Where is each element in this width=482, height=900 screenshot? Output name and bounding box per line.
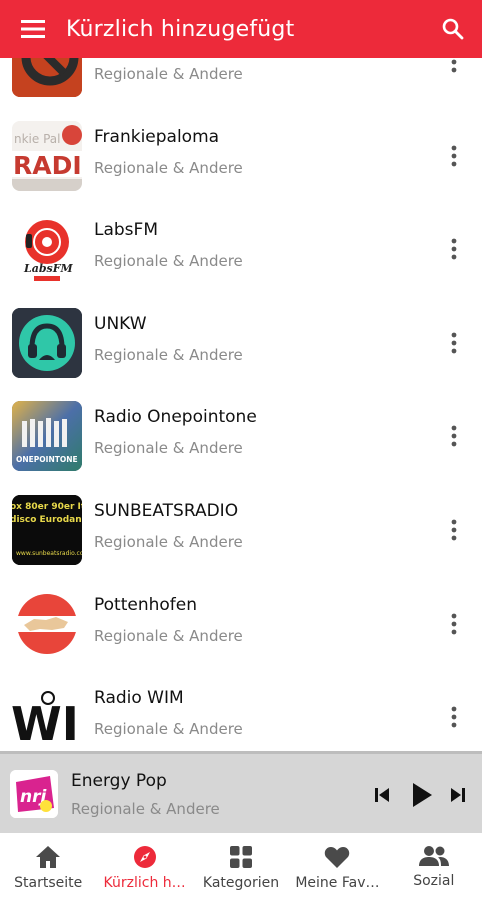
list-item[interactable]: ONEPOINTONE Radio Onepointone Regionale … [0,389,482,483]
station-category: Regionale & Andere [94,346,243,364]
more-vert-icon [451,145,457,167]
more-options-button[interactable] [440,513,468,547]
more-vert-icon [451,425,457,447]
station-logo [12,308,82,378]
station-name: Frankiepaloma [94,127,220,147]
tab-label: Startseite [14,875,83,891]
more-options-button[interactable] [440,139,468,173]
headphones-logo-icon [12,308,82,378]
app-bar: Kürzlich hinzugefügt [0,0,482,58]
page-title: Kürzlich hinzugefügt [66,16,295,42]
mini-player[interactable]: nrj Energy Pop Regionale & Andere [0,751,482,833]
more-options-button[interactable] [440,58,468,79]
list-item[interactable]: UNKW Regionale & Andere [0,296,482,390]
play-button[interactable] [406,778,438,812]
nrj-logo-icon: nrj [10,770,58,818]
station-category: Regionale & Andere [94,65,243,83]
list-item[interactable]: Pottenhofen Regionale & Andere [0,577,482,671]
more-vert-icon [451,519,457,541]
station-logo: LabsFM [12,214,82,284]
heart-icon [325,847,350,868]
station-category: Regionale & Andere [94,720,243,738]
bottom-navigation: Startseite Kürzlich h… Kategorien Meine … [0,833,482,900]
tab-favorites[interactable]: Meine Fav… [289,833,385,900]
sunbeats-logo-icon: ox 80er 90er Italo disco Eurodance www.s… [12,495,82,565]
player-station-logo: nrj [10,770,58,818]
svg-text:RADIO: RADIO [13,151,82,180]
station-name: LabsFM [94,220,158,240]
player-subtitle: Regionale & Andere [71,800,220,818]
more-vert-icon [451,238,457,260]
play-icon [413,783,432,807]
station-logo [12,589,82,659]
station-name: Pottenhofen [94,595,198,615]
svg-text:nkie Pal: nkie Pal [14,132,60,146]
search-button[interactable] [424,0,482,58]
wim-logo-icon: WIM [12,682,82,751]
station-name: SUNBEATSRADIO [94,501,239,521]
next-button[interactable] [446,778,470,812]
tab-home[interactable]: Startseite [0,833,96,900]
player-title: Energy Pop [71,771,167,791]
station-logo [12,58,82,97]
tab-label: Sozial [413,873,455,889]
station-name: UNKW [94,314,147,334]
more-options-button[interactable] [440,326,468,360]
more-vert-icon [451,332,457,354]
svg-text:disco Eurodance: disco Eurodance [12,515,82,525]
more-options-button[interactable] [440,232,468,266]
svg-text:ox 80er 90er Italo: ox 80er 90er Italo [12,502,82,512]
more-vert-icon [451,613,457,635]
compass-icon [133,846,156,868]
station-logo: ox 80er 90er Italo disco Eurodance www.s… [12,495,82,565]
station-category: Regionale & Andere [94,252,243,270]
more-vert-icon [451,59,457,73]
station-category: Regionale & Andere [94,439,243,457]
search-icon [442,18,464,40]
list-item[interactable]: nkie Pal RADIO Frankiepaloma Regionale &… [0,109,482,203]
station-logo: WIM [12,682,82,751]
svg-text:www.sunbeatsradio.com: www.sunbeatsradio.com [16,550,82,557]
people-icon [418,846,449,866]
tab-label: Kategorien [202,875,280,891]
previous-button[interactable] [370,778,394,812]
menu-icon [21,20,45,38]
station-logo: ONEPOINTONE [12,401,82,471]
tab-recently-added[interactable]: Kürzlich h… [96,833,192,900]
tab-label: Meine Fav… [295,875,380,891]
station-list[interactable]: Regionale & Andere nkie Pal RADIO Franki… [0,58,482,751]
svg-text:ONEPOINTONE: ONEPOINTONE [16,455,78,464]
station-name: Radio Onepointone [94,407,257,427]
skip-next-icon [451,788,465,802]
frankie-radio-logo-icon: nkie Pal RADIO [12,121,82,191]
list-item[interactable]: LabsFM LabsFM Regionale & Andere [0,202,482,296]
more-options-button[interactable] [440,700,468,734]
tab-social[interactable]: Sozial [386,833,482,900]
more-options-button[interactable] [440,419,468,453]
onepointone-logo-icon: ONEPOINTONE [12,401,82,471]
tab-categories[interactable]: Kategorien [193,833,289,900]
menu-button[interactable] [0,0,66,58]
station-category: Regionale & Andere [94,159,243,177]
list-item[interactable]: WIM Radio WIM Regionale & Andere [0,670,482,751]
station-category: Regionale & Andere [94,533,243,551]
station-logo: nkie Pal RADIO [12,121,82,191]
grid-icon [230,846,253,868]
svg-text:LabsFM: LabsFM [23,262,74,275]
austria-map-logo-icon [12,589,82,659]
home-icon [36,846,61,868]
skip-previous-icon [375,788,389,802]
labsfm-logo-icon: LabsFM [12,214,82,284]
station-name: Radio WIM [94,688,184,708]
more-vert-icon [451,706,457,728]
tab-label: Kürzlich h… [103,875,186,891]
svg-text:WIM: WIM [12,697,82,751]
list-item[interactable]: ox 80er 90er Italo disco Eurodance www.s… [0,483,482,577]
partial-logo-icon [12,58,82,97]
more-options-button[interactable] [440,607,468,641]
station-category: Regionale & Andere [94,627,243,645]
list-item[interactable]: Regionale & Andere [0,58,482,109]
